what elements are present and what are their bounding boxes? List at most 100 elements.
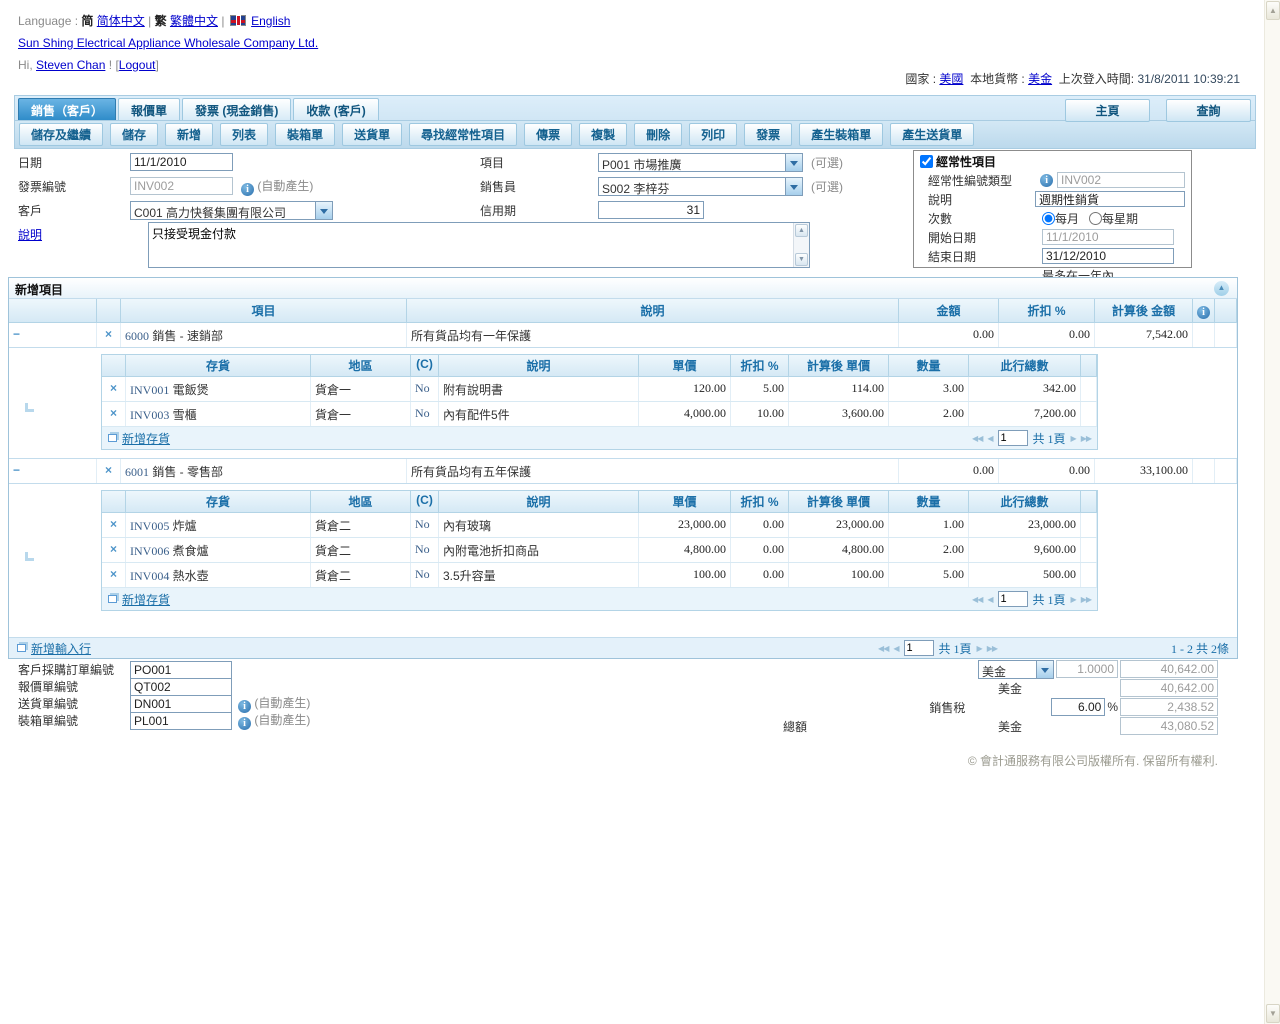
next-page-icon[interactable]: ▶ — [977, 644, 982, 653]
delete-row-icon[interactable]: × — [102, 377, 126, 401]
delete-row-icon[interactable]: × — [102, 513, 126, 537]
next-page-icon[interactable]: ▶ — [1071, 434, 1076, 443]
local-currency-link[interactable]: 美金 — [1028, 72, 1052, 86]
chevron-down-icon[interactable] — [315, 202, 332, 219]
items-title-bar: 新增項目 ▲ — [9, 278, 1237, 299]
stock-row: × INV005 炸爐 貨倉二 No 內有玻璃 23,000.00 0.00 2… — [102, 513, 1097, 538]
logout-link[interactable]: Logout — [119, 58, 156, 72]
delete-row-icon[interactable]: × — [102, 538, 126, 562]
prev-page-icon[interactable]: ◀ — [987, 595, 992, 604]
add-entry-row-link[interactable]: 新增輸入行 — [17, 640, 91, 657]
print-button[interactable]: 列印 — [689, 123, 737, 146]
info-icon[interactable]: i — [241, 183, 254, 196]
salesman-select[interactable]: S002 李梓芬 — [598, 177, 803, 196]
collapse-group-icon[interactable]: − — [9, 459, 97, 483]
tab-quotation[interactable]: 報價單 — [118, 98, 180, 120]
company-link[interactable]: Sun Shing Electrical Appliance Wholesale… — [18, 36, 318, 50]
end-date-input[interactable] — [1042, 248, 1174, 264]
generate-delivery-button[interactable]: 產生送貨單 — [890, 123, 974, 146]
delivery-note-button[interactable]: 送貨單 — [342, 123, 402, 146]
packing-number-input[interactable] — [130, 712, 232, 730]
voucher-button[interactable]: 傳票 — [524, 123, 572, 146]
col-calc-price: 計算後 單價 — [789, 491, 889, 512]
textarea-scrollbar[interactable]: ▲ ▼ — [793, 223, 809, 267]
quotation-number-input[interactable] — [130, 678, 232, 696]
tab-sales-customer[interactable]: 銷售（客戶） — [18, 98, 116, 120]
scroll-down-icon[interactable]: ▼ — [795, 253, 808, 266]
delete-group-icon[interactable]: × — [97, 323, 121, 347]
user-name-link[interactable]: Steven Chan — [36, 58, 105, 72]
collapse-section-icon[interactable]: ▲ — [1214, 281, 1229, 296]
delete-button[interactable]: 刪除 — [634, 123, 682, 146]
col-stock: 存貨 — [126, 355, 311, 376]
lang-simplified-link[interactable]: 简体中文 — [97, 14, 145, 28]
save-button[interactable]: 儲存 — [110, 123, 158, 146]
account-name: 銷售 - 速銷部 — [152, 329, 223, 343]
uk-flag-icon — [230, 15, 246, 26]
project-select[interactable]: P001 市場推廣 — [598, 153, 803, 172]
scroll-down-icon[interactable]: ▼ — [1266, 1004, 1280, 1023]
page-input[interactable] — [998, 591, 1028, 607]
country-link[interactable]: 美國 — [939, 72, 963, 86]
delete-row-icon[interactable]: × — [102, 563, 126, 587]
add-stock-link[interactable]: 新增存貨 — [108, 591, 170, 608]
items-title: 新增項目 — [15, 283, 63, 297]
last-page-icon[interactable]: ▶▶ — [987, 644, 997, 653]
page-input[interactable] — [904, 640, 934, 656]
currency-select[interactable]: 美金 — [978, 660, 1054, 679]
first-page-icon[interactable]: ◀◀ — [878, 644, 888, 653]
new-button[interactable]: 新增 — [165, 123, 213, 146]
first-page-icon[interactable]: ◀◀ — [972, 595, 982, 604]
last-page-icon[interactable]: ▶▶ — [1081, 595, 1091, 604]
home-button[interactable]: 主頁 — [1065, 99, 1150, 122]
info-icon[interactable]: i — [1197, 306, 1210, 319]
collapse-group-icon[interactable]: − — [9, 323, 97, 347]
packing-list-button[interactable]: 裝箱單 — [275, 123, 335, 146]
recurring-desc-input[interactable] — [1035, 191, 1185, 207]
credit-period-input[interactable] — [598, 201, 704, 219]
delete-group-icon[interactable]: × — [97, 459, 121, 483]
description-textarea[interactable]: 只接受現金付款 — [149, 223, 793, 267]
group-desc: 所有貨品均有五年保護 — [407, 459, 899, 483]
chevron-down-icon[interactable] — [785, 154, 802, 171]
add-window-icon — [17, 644, 26, 652]
lang-english-link[interactable]: English — [251, 14, 290, 28]
recurring-title: 經常性項目 — [936, 153, 996, 170]
page-scrollbar[interactable]: ▲ ▼ — [1264, 0, 1280, 1024]
po-number-input[interactable] — [130, 661, 232, 679]
chevron-down-icon[interactable] — [785, 178, 802, 195]
weekly-radio[interactable] — [1089, 212, 1102, 225]
list-button[interactable]: 列表 — [220, 123, 268, 146]
col-area: 地區 — [311, 355, 411, 376]
tab-receipt-customer[interactable]: 收款 (客戶) — [293, 98, 378, 120]
prev-page-icon[interactable]: ◀ — [987, 434, 992, 443]
add-stock-link[interactable]: 新增存貨 — [108, 430, 170, 447]
info-icon[interactable]: i — [1040, 174, 1053, 187]
lang-traditional-link[interactable]: 繁體中文 — [170, 14, 218, 28]
find-recurring-button[interactable]: 尋找經常性項目 — [409, 123, 517, 146]
next-page-icon[interactable]: ▶ — [1071, 595, 1076, 604]
first-page-icon[interactable]: ◀◀ — [972, 434, 982, 443]
description-link[interactable]: 說明 — [18, 228, 42, 242]
last-page-icon[interactable]: ▶▶ — [1081, 434, 1091, 443]
scroll-up-icon[interactable]: ▲ — [795, 224, 808, 237]
monthly-radio[interactable] — [1042, 212, 1055, 225]
delivery-number-input[interactable] — [130, 695, 232, 713]
stock-price: 100.00 — [639, 563, 731, 587]
copy-button[interactable]: 複製 — [579, 123, 627, 146]
customer-select[interactable]: C001 高力快餐集團有限公司 — [130, 201, 333, 220]
chevron-down-icon[interactable] — [1036, 661, 1053, 678]
invoice-button[interactable]: 發票 — [744, 123, 792, 146]
tax-rate-input[interactable] — [1051, 698, 1105, 716]
tab-invoice-cash[interactable]: 發票 (現金銷售) — [182, 98, 291, 120]
save-and-continue-button[interactable]: 儲存及繼續 — [19, 123, 103, 146]
query-button[interactable]: 查詢 — [1166, 99, 1251, 122]
date-input[interactable] — [130, 153, 233, 171]
page-input[interactable] — [998, 430, 1028, 446]
delete-row-icon[interactable]: × — [102, 402, 126, 426]
prev-page-icon[interactable]: ◀ — [893, 644, 898, 653]
recurring-checkbox[interactable] — [920, 155, 933, 168]
info-icon[interactable]: i — [238, 717, 251, 730]
scroll-up-icon[interactable]: ▲ — [1266, 1, 1280, 20]
generate-packing-button[interactable]: 產生裝箱單 — [799, 123, 883, 146]
